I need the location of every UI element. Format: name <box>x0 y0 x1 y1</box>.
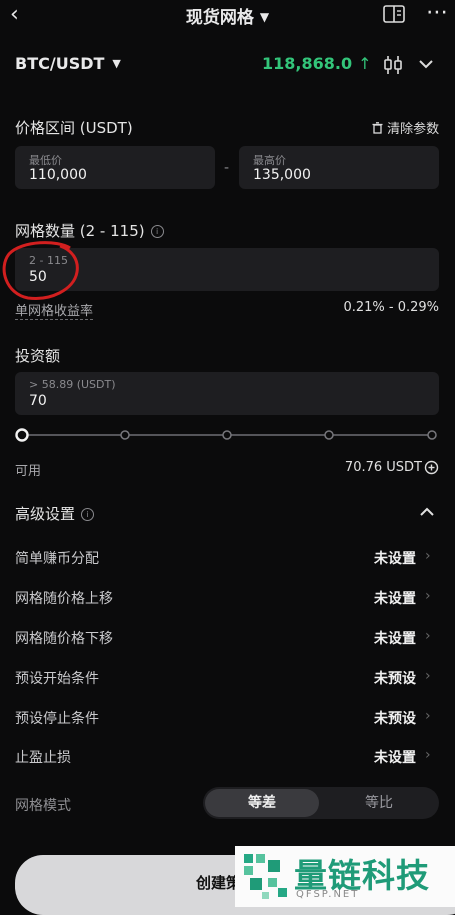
candlestick-icon[interactable] <box>382 55 404 75</box>
watermark-logo <box>244 854 287 899</box>
chevron-down-icon[interactable] <box>416 54 436 74</box>
setting-row-label: 止盈止损 <box>15 750 71 766</box>
setting-row-label: 预设开始条件 <box>15 671 99 687</box>
setting-row-value[interactable]: 未设置 <box>350 588 416 608</box>
setting-row-label: 网格随价格上移 <box>15 591 113 607</box>
max-price-placeholder: 最高价 <box>253 154 286 167</box>
clear-params-label: 清除参数 <box>387 122 440 137</box>
collapse-icon[interactable] <box>418 504 436 520</box>
setting-row-value[interactable]: 未设置 <box>350 747 416 767</box>
slider-tick[interactable] <box>324 430 334 440</box>
chevron-right-icon[interactable]: › <box>425 548 431 564</box>
available-label: 可用 <box>15 464 42 479</box>
trash-icon <box>372 122 383 134</box>
slider-tick[interactable] <box>120 430 130 440</box>
investment-slider[interactable] <box>14 427 442 443</box>
slider-handle[interactable] <box>15 428 29 442</box>
range-separator: - <box>224 160 230 176</box>
investment-hint: > 58.89 (USDT) <box>29 378 116 391</box>
max-price-input[interactable]: 最高价 135,000 <box>239 146 439 189</box>
book-icon[interactable] <box>383 4 405 24</box>
setting-row-value[interactable]: 未预设 <box>350 668 416 688</box>
grid-mode-label: 网格模式 <box>15 798 71 814</box>
slider-tick[interactable] <box>427 430 437 440</box>
setting-row-label: 预设停止条件 <box>15 711 99 727</box>
investment-label: 投资额 <box>15 347 61 365</box>
grid-mode-arithmetic[interactable]: 等差 <box>205 789 319 817</box>
setting-row-value[interactable]: 未预设 <box>350 708 416 728</box>
setting-row-value[interactable]: 未设置 <box>350 548 416 568</box>
chevron-right-icon[interactable]: › <box>425 588 431 604</box>
last-price-value: 118,868.0 <box>262 54 353 73</box>
investment-input[interactable]: > 58.89 (USDT) 70 <box>15 372 439 415</box>
min-price-input[interactable]: 最低价 110,000 <box>15 146 215 189</box>
grid-yield-value: 0.21% - 0.29% <box>343 300 439 315</box>
advanced-settings-label: 高级设置 <box>15 505 76 523</box>
pair-label: BTC/USDT <box>15 54 105 73</box>
setting-row-label: 网格随价格下移 <box>15 631 113 647</box>
add-funds-icon[interactable] <box>424 460 439 475</box>
caret-down-icon: ▼ <box>112 57 121 70</box>
more-icon[interactable]: ⋯ <box>426 0 449 25</box>
chevron-right-icon[interactable]: › <box>425 628 431 644</box>
info-icon[interactable]: i <box>81 508 95 521</box>
available-value: 70.76 USDT <box>344 460 422 475</box>
chevron-right-icon[interactable]: › <box>425 747 431 763</box>
watermark-subtext: QFSP.NET <box>296 889 360 900</box>
grid-yield-label[interactable]: 单网格收益率 <box>15 300 94 320</box>
price-range-label: 价格区间 (USDT) <box>15 119 133 137</box>
min-price-value: 110,000 <box>29 167 87 183</box>
caret-down-icon: ▼ <box>259 10 270 24</box>
grid-mode-geometric[interactable]: 等比 <box>321 789 437 817</box>
advanced-settings-header: 高级设置 i <box>15 503 95 524</box>
clear-params-button[interactable]: 清除参数 <box>372 118 439 137</box>
setting-row-label: 简单赚币分配 <box>15 551 99 567</box>
investment-value: 70 <box>29 393 47 409</box>
chevron-right-icon[interactable]: › <box>425 668 431 684</box>
min-price-placeholder: 最低价 <box>29 154 62 167</box>
chevron-right-icon[interactable]: › <box>425 708 431 724</box>
max-price-value: 135,000 <box>253 167 311 183</box>
info-icon[interactable]: i <box>150 225 164 238</box>
page-title-label: 现货网格 <box>185 8 254 28</box>
setting-row-value[interactable]: 未设置 <box>350 628 416 648</box>
last-price: 118,868.0 ↑ <box>262 54 372 73</box>
annotation-circle <box>2 241 79 300</box>
slider-tick[interactable] <box>222 430 232 440</box>
pair-selector[interactable]: BTC/USDT ▼ <box>15 54 121 73</box>
arrow-up-icon: ↑ <box>358 54 372 73</box>
